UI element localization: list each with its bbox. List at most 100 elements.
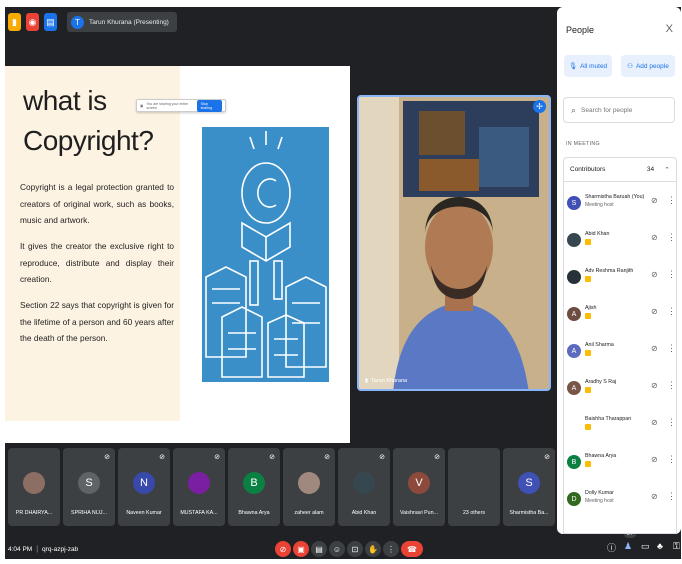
screenshare-text: You are sharing your entire screen — [146, 101, 189, 110]
more-options-icon[interactable]: ⋮ — [383, 541, 399, 557]
present-icon[interactable]: ⊡ — [347, 541, 363, 557]
person-row[interactable]: Baishha Tharappan ⊘ ⋮ — [564, 410, 676, 446]
hand-badge-icon — [585, 350, 591, 356]
mic-off-icon[interactable]: ⊘ — [651, 233, 658, 242]
person-row[interactable]: A Aradhy S Raj ⊘ ⋮ — [564, 373, 676, 409]
participant-tile[interactable]: PR DHAIRYA... — [8, 448, 60, 526]
close-icon[interactable]: X — [666, 23, 673, 35]
participant-name: Naveen Kumar — [126, 510, 162, 516]
participant-tile[interactable]: 23 others — [448, 448, 500, 526]
participant-name: Bhawna Arya — [238, 510, 270, 516]
meet-window: ▮ ◉ ▤ T Tarun Khurana (Presenting) what … — [5, 7, 681, 559]
more-options-icon[interactable]: ⋮ — [667, 306, 676, 317]
participant-tile[interactable]: B ⊘ Bhawna Arya — [228, 448, 280, 526]
contributors-header[interactable]: Contributors 34 ⌃ — [564, 158, 676, 182]
person-name: Sharmistha Baruah (You) — [585, 194, 645, 200]
participant-avatar — [298, 472, 320, 494]
person-avatar: S — [567, 196, 581, 210]
more-options-icon[interactable]: ⋮ — [667, 380, 676, 391]
info-icon[interactable]: ⓘ — [607, 541, 616, 554]
mic-off-icon[interactable]: ⊘ — [651, 307, 658, 316]
participant-avatar — [23, 472, 45, 494]
person-row[interactable]: S Sharmistha Baruah (You) Meeting host ⊘ ⋮ — [564, 188, 676, 224]
mic-off-icon[interactable]: ⊘ — [651, 196, 658, 205]
add-people-label: Add people — [635, 62, 669, 70]
contributors-section: Contributors 34 ⌃ S Sharmistha Baruah (Yo… — [563, 157, 677, 534]
raise-hand-icon[interactable]: ✋ — [365, 541, 381, 557]
mic-off-icon[interactable]: ⊘ — [651, 492, 658, 501]
slide-bottom-strip — [5, 421, 350, 443]
mic-off-icon: ⊘ — [159, 454, 165, 461]
all-muted-button[interactable]: 🎙 All muted — [564, 55, 612, 77]
people-icon[interactable]: ♟ — [624, 541, 632, 552]
mic-off-icon[interactable]: ⊘ — [651, 381, 658, 390]
mic-off-icon: 🎙 — [568, 63, 578, 70]
captions-icon[interactable]: ▤ — [311, 541, 327, 557]
participant-name: Sharmistha Ba... — [509, 510, 549, 516]
mic-off-icon[interactable]: ⊘ — [651, 418, 658, 427]
person-row[interactable]: D Dolly Kumar Meeting host ⊘ ⋮ — [564, 484, 676, 520]
person-row[interactable]: A Ajish ⊘ ⋮ — [564, 299, 676, 335]
participant-tile[interactable]: ⊘ Abid Khan — [338, 448, 390, 526]
mic-off-icon: ⊘ — [379, 454, 385, 461]
mic-off-icon[interactable]: ⊘ — [651, 344, 658, 353]
people-panel: People X 🎙 All muted ⚇ Add people ⌕ IN M… — [557, 7, 681, 534]
participant-name: PR DHAIRYA... — [15, 510, 53, 516]
participant-tile[interactable]: S ⊘ SPRIHA NIJJ... — [63, 448, 115, 526]
docs-app-icon[interactable]: ▤ — [44, 13, 57, 31]
chat-icon[interactable]: ▭ — [641, 541, 650, 552]
slides-app-icon[interactable]: ▮ — [8, 13, 21, 31]
host-controls-icon[interactable]: ⚿ — [673, 541, 680, 552]
person-row[interactable]: A Anil Sharma ⊘ ⋮ — [564, 336, 676, 372]
presenter-chip[interactable]: T Tarun Khurana (Presenting) — [67, 12, 177, 32]
add-people-button[interactable]: ⚇ Add people — [621, 55, 675, 77]
participant-tile[interactable]: N ⊘ Naveen Kumar — [118, 448, 170, 526]
chevron-up-icon[interactable]: ⌃ — [664, 166, 670, 174]
person-avatar: A — [567, 307, 581, 321]
presentation-slide: what is Copyright? Copyright is a legal … — [5, 59, 350, 443]
slide-top-strip — [5, 59, 350, 66]
participant-tile[interactable]: ⊘ zaheer alam — [283, 448, 335, 526]
mic-off-icon[interactable]: ⊘ — [651, 455, 658, 464]
emoji-icon[interactable]: ☺ — [329, 541, 345, 557]
more-options-icon[interactable]: ⋮ — [667, 491, 676, 502]
participant-name: Vaishnavi Pun... — [400, 510, 438, 516]
camera-off-icon[interactable]: ▣ — [293, 541, 309, 557]
person-row[interactable]: B Bhawna Arya ⊘ ⋮ — [564, 447, 676, 483]
person-avatar — [567, 270, 581, 284]
person-name: Adv Reshma Ranjith — [585, 268, 634, 274]
mic-icon: ▮ — [365, 378, 369, 384]
stop-sharing-button[interactable]: Stop sharing — [196, 99, 222, 112]
mic-off-icon[interactable]: ⊘ — [275, 541, 291, 557]
mic-off-icon: ⊘ — [104, 454, 110, 461]
more-options-icon[interactable]: ⋮ — [667, 269, 676, 280]
person-row[interactable]: Adv Reshma Ranjith ⊘ ⋮ — [564, 262, 676, 298]
participant-name: SPRIHA NIJJ... — [71, 510, 107, 516]
pin-icon[interactable]: ✢ — [533, 100, 546, 113]
participant-avatar: S — [78, 472, 100, 494]
more-options-icon[interactable]: ⋮ — [667, 232, 676, 243]
record-app-icon[interactable]: ◉ — [26, 13, 39, 31]
person-name: Bhawna Arya — [585, 453, 617, 459]
top-bar: ▮ ◉ ▤ T Tarun Khurana (Presenting) — [5, 7, 553, 37]
bottom-separator: | — [36, 545, 39, 553]
person-name: Anil Sharma — [585, 342, 614, 348]
participant-tile[interactable]: ⊘ MUSTAFA KA... — [173, 448, 225, 526]
people-search-input[interactable] — [581, 106, 672, 114]
more-options-icon[interactable]: ⋮ — [667, 454, 676, 465]
participant-tile[interactable]: S ⊘ Sharmistha Ba... — [503, 448, 555, 526]
leave-call-icon[interactable]: ☎ — [401, 541, 423, 557]
hand-badge-icon — [585, 276, 591, 282]
more-options-icon[interactable]: ⋮ — [667, 417, 676, 428]
people-search[interactable]: ⌕ — [563, 97, 675, 123]
presenter-video[interactable]: ✢ ▮ Tarun Khurana — [357, 95, 551, 391]
slide-paragraph-1: Copyright is a legal protection granted … — [20, 182, 174, 225]
person-name: Aradhy S Raj — [585, 379, 617, 385]
person-row[interactable]: Abid Khan ⊘ ⋮ — [564, 225, 676, 261]
participant-avatar: B — [243, 472, 265, 494]
more-options-icon[interactable]: ⋮ — [667, 343, 676, 354]
activities-icon[interactable]: ♣ — [657, 541, 663, 551]
mic-off-icon[interactable]: ⊘ — [651, 270, 658, 279]
more-options-icon[interactable]: ⋮ — [667, 195, 676, 206]
participant-tile[interactable]: V ⊘ Vaishnavi Pun... — [393, 448, 445, 526]
